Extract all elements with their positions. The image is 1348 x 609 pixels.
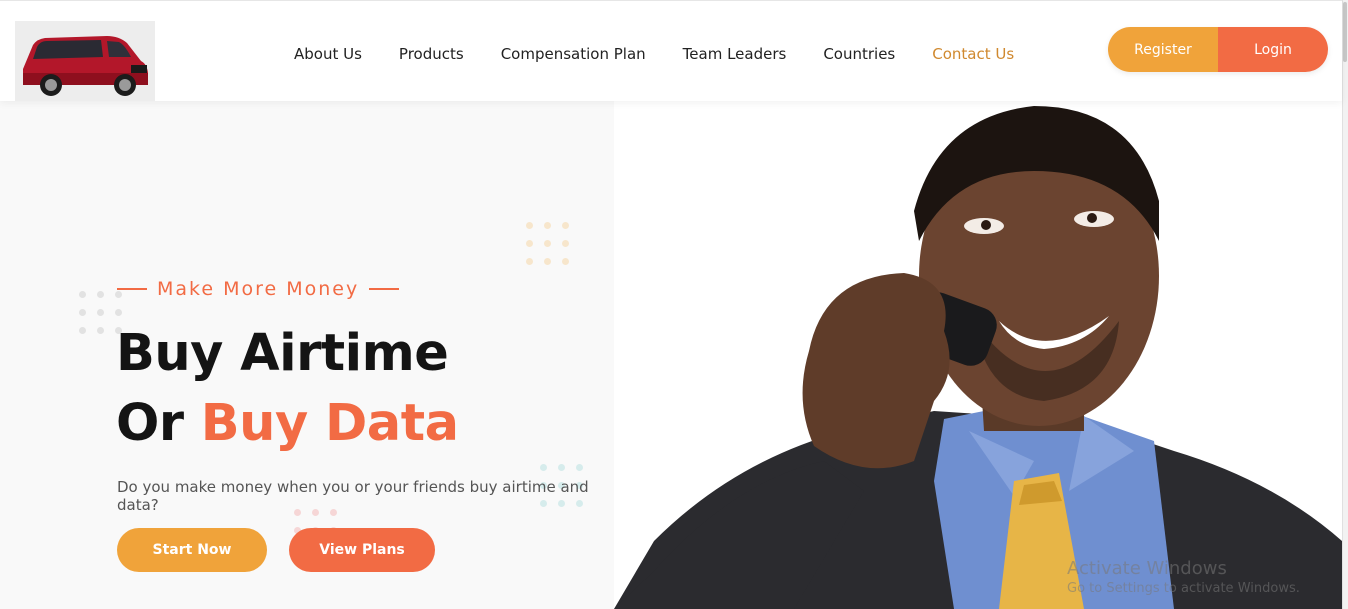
nav-compensation-plan[interactable]: Compensation Plan [501,45,646,63]
hero-eyebrow: Make More Money [117,278,400,300]
scrollbar-thumb[interactable] [1343,2,1347,62]
headline-line1: Buy Airtime [116,324,449,383]
auth-buttons: Register Login [1108,27,1328,72]
nav-products[interactable]: Products [399,45,464,63]
nav-team-leaders[interactable]: Team Leaders [683,45,787,63]
windows-activation-watermark: Activate Windows Go to Settings to activ… [1067,558,1300,596]
scrollbar-track[interactable] [1342,0,1348,609]
hero-headline: Buy Airtime Or Buy Data [116,319,459,459]
eyebrow-line-right [369,288,400,290]
watermark-line1: Activate Windows [1067,558,1227,579]
headline-line2-prefix: Or [116,394,184,453]
nav-about-us[interactable]: About Us [294,45,362,63]
register-button[interactable]: Register [1108,27,1218,72]
view-plans-button[interactable]: View Plans [289,528,435,572]
main-nav: About Us Products Compensation Plan Team… [294,45,1051,63]
eyebrow-text: Make More Money [157,278,360,300]
headline-line2-accent: Buy Data [200,394,459,453]
decorative-dots [526,222,569,265]
login-button[interactable]: Login [1218,27,1328,72]
hero-subtext: Do you make money when you or your frien… [117,478,589,514]
nav-countries[interactable]: Countries [823,45,895,63]
site-header: About Us Products Compensation Plan Team… [0,0,1342,101]
hero-man-on-phone-image [614,101,1342,609]
logo-car-image[interactable] [15,21,155,101]
watermark-line2: Go to Settings to activate Windows. [1067,581,1300,596]
start-now-button[interactable]: Start Now [117,528,267,572]
eyebrow-line-left [117,288,147,290]
nav-contact-us[interactable]: Contact Us [932,45,1014,63]
hero-section: Make More Money Buy Airtime Or Buy Data … [0,101,614,609]
